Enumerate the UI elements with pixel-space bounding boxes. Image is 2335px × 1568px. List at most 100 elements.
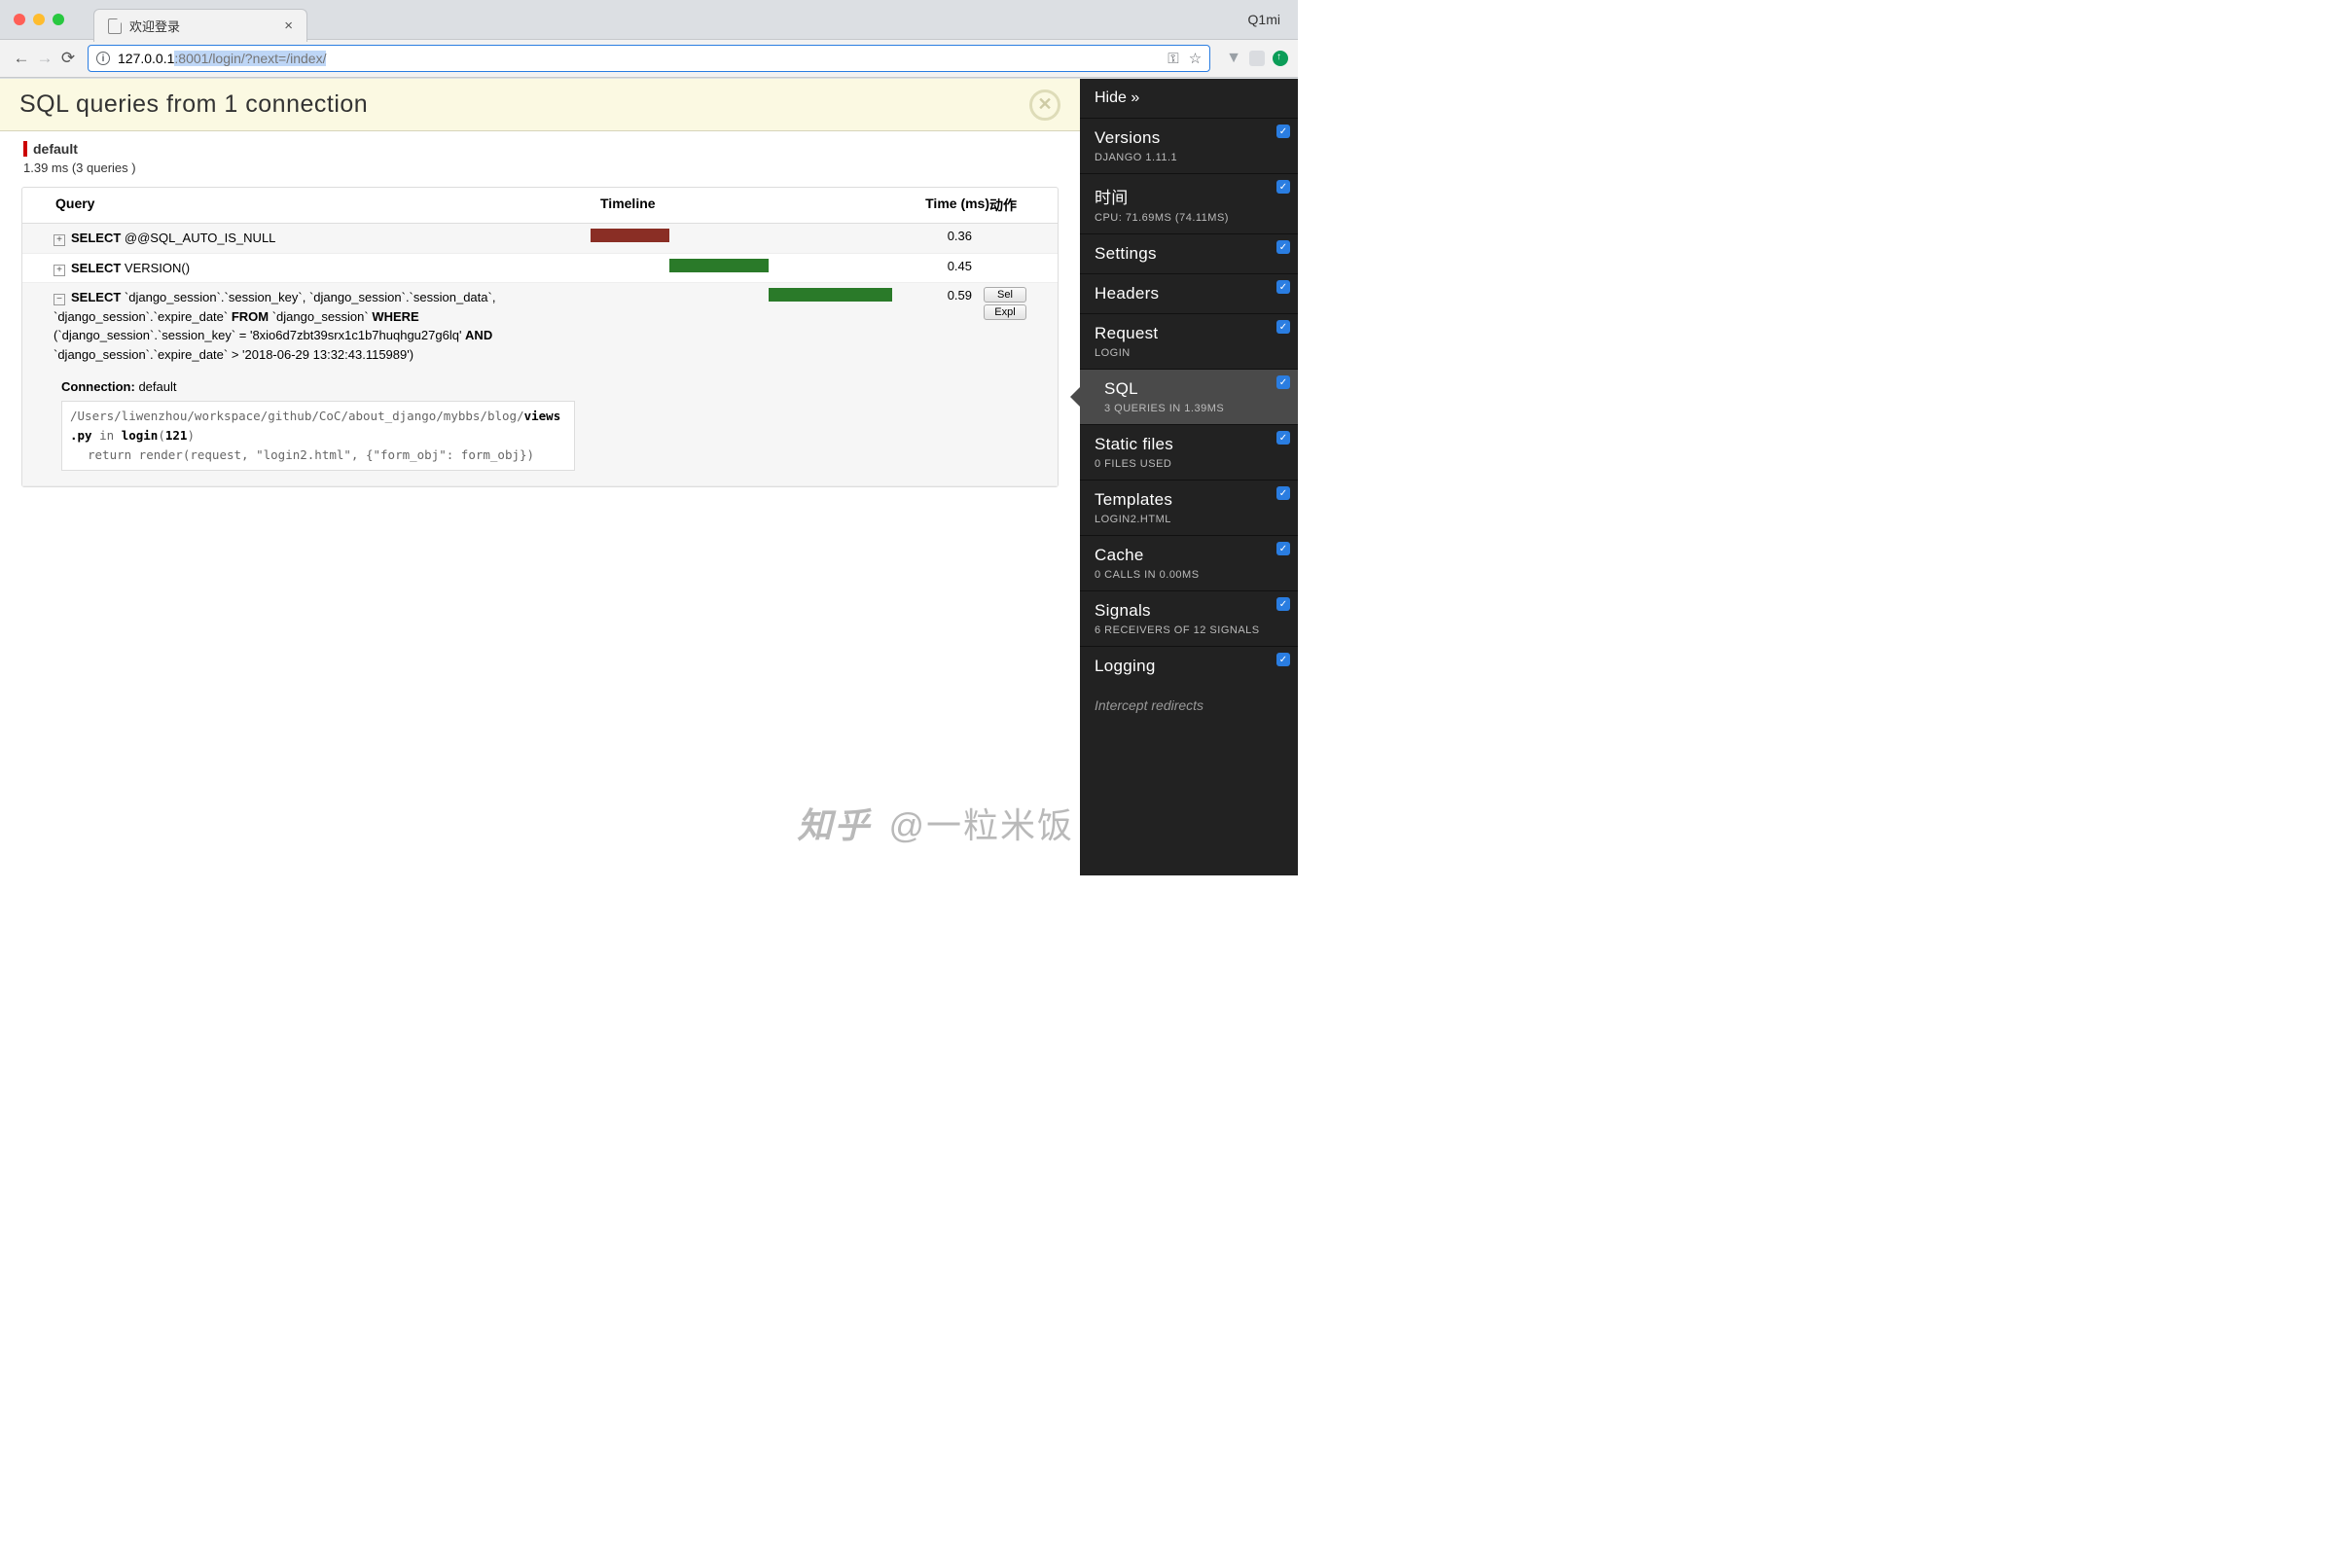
key-icon[interactable]: ⚿ [1168,51,1178,67]
extension-square-icon[interactable] [1249,51,1265,66]
expand-toggle-icon[interactable]: + [54,265,65,276]
close-panel-icon[interactable]: ✕ [1029,89,1060,121]
url-text: 127.0.0.1:8001/login/?next=/index/ [118,51,326,66]
sidebar-item-subtitle: DJANGO 1.11.1 [1095,152,1283,163]
sidebar-item-title: Templates [1095,490,1283,510]
window-controls [14,14,64,25]
query-cell: +SELECT VERSION() [46,254,591,283]
sidebar-item-title: Settings [1095,244,1283,264]
forward-button[interactable]: → [33,49,56,68]
sidebar-item-request[interactable]: Request LOGIN ✓ [1080,313,1298,369]
sidebar-checkbox-icon[interactable]: ✓ [1276,125,1290,138]
maximize-window-button[interactable] [53,14,64,25]
query-detail: Connection: default/Users/liwenzhou/work… [54,364,583,481]
sidebar-item-static-files[interactable]: Static files 0 FILES USED ✓ [1080,424,1298,480]
browser-tab[interactable]: 欢迎登录 × [93,9,307,42]
content-area: SQL queries from 1 connection ✕ default … [0,79,1080,875]
sidebar-checkbox-icon[interactable]: ✓ [1276,431,1290,445]
minimize-window-button[interactable] [33,14,45,25]
connection-stats: 1.39 ms (3 queries ) [23,160,1057,175]
reload-button[interactable]: ⟳ [56,49,80,68]
debug-toolbar-sidebar: Hide » VersionsDJANGO 1.11.1✓时间CPU: 71.6… [1080,79,1298,875]
watermark: 知乎 @一粒米饭 [797,798,1074,848]
url-input[interactable]: i 127.0.0.1:8001/login/?next=/index/ ⚿ ☆ [88,45,1210,72]
sidebar-checkbox-icon[interactable]: ✓ [1276,653,1290,666]
table-row: +SELECT @@SQL_AUTO_IS_NULL 0.36 [22,224,1058,254]
connection-info: default 1.39 ms (3 queries ) [0,131,1080,187]
sidebar-item-signals[interactable]: Signals 6 RECEIVERS OF 12 SIGNALS ✓ [1080,590,1298,646]
sidebar-item-title: Cache [1095,546,1283,565]
sidebar-item-sql[interactable]: SQL3 QUERIES IN 1.39MS✓ [1080,369,1298,424]
sidebar-item-versions[interactable]: Versions DJANGO 1.11.1 ✓ [1080,118,1298,173]
sidebar-footer: Intercept redirects [1080,686,1298,725]
timeline-bar [669,259,769,272]
sidebar-checkbox-icon[interactable]: ✓ [1276,486,1290,500]
sidebar-checkbox-icon[interactable]: ✓ [1276,280,1290,294]
sql-table: Query Timeline Time (ms) 动作 +SELECT @@SQ… [21,187,1059,487]
expand-toggle-icon[interactable]: + [54,234,65,246]
title-bar: 欢迎登录 × Q1mi [0,0,1298,39]
sidebar-item-logging[interactable]: Logging✓ [1080,646,1298,686]
timeline-cell [591,224,892,243]
connection-name: default [23,141,1057,157]
sidebar-item-subtitle: 0 CALLS IN 0.00MS [1095,569,1283,581]
col-query: Query [55,196,600,215]
tab-title: 欢迎登录 [129,17,180,35]
query-cell: −SELECT `django_session`.`session_key`, … [46,283,591,485]
sidebar-item-title: Static files [1095,435,1283,454]
hide-toolbar-button[interactable]: Hide » [1080,79,1298,118]
sidebar-item-title: Headers [1095,284,1283,303]
sidebar-item-subtitle: LOGIN2.HTML [1095,514,1283,525]
expl-button[interactable]: Expl [984,304,1026,320]
time-cell: 0.36 [892,224,980,248]
bookmark-star-icon[interactable]: ☆ [1189,50,1202,67]
watermark-logo: 知乎 [797,805,871,845]
sidebar-item-templates[interactable]: Templates LOGIN2.HTML ✓ [1080,480,1298,535]
panel-title: SQL queries from 1 connection [19,90,1060,119]
extension-v-icon[interactable]: ▼ [1226,50,1241,67]
sidebar-item-subtitle: LOGIN [1095,347,1283,359]
col-action: 动作 [989,196,1048,215]
sidebar-checkbox-icon[interactable]: ✓ [1276,240,1290,254]
timeline-cell [591,254,892,273]
sidebar-item-cache[interactable]: Cache 0 CALLS IN 0.00MS ✓ [1080,535,1298,590]
time-cell: 0.59 [892,283,980,307]
sidebar-item-title: 时间 [1095,184,1283,208]
sidebar-checkbox-icon[interactable]: ✓ [1276,180,1290,194]
back-button[interactable]: ← [10,49,33,68]
time-cell: 0.45 [892,254,980,278]
site-info-icon[interactable]: i [96,52,110,65]
sidebar-item-subtitle: CPU: 71.69MS (74.11MS) [1095,212,1283,224]
connection-label: Connection: default [61,377,575,397]
action-cell: SelExpl [980,283,1038,326]
timeline-bar [769,288,892,302]
extension-icons: ▼ [1226,50,1288,67]
timeline-cell [591,283,892,303]
sidebar-item-settings[interactable]: Settings✓ [1080,233,1298,273]
sidebar-item-title: Request [1095,324,1283,343]
sidebar-item-title: Signals [1095,601,1283,621]
sidebar-item-title: SQL [1095,379,1283,399]
col-time: Time (ms) [902,196,989,215]
sidebar-checkbox-icon[interactable]: ✓ [1276,542,1290,555]
sidebar-item-subtitle: 0 FILES USED [1095,458,1283,470]
profile-name[interactable]: Q1mi [1248,12,1280,27]
extension-green-icon[interactable] [1273,51,1288,66]
address-bar: ← → ⟳ i 127.0.0.1:8001/login/?next=/inde… [0,39,1298,78]
query-cell: +SELECT @@SQL_AUTO_IS_NULL [46,224,591,253]
table-header-row: Query Timeline Time (ms) 动作 [22,188,1058,224]
sidebar-checkbox-icon[interactable]: ✓ [1276,375,1290,389]
sidebar-item-title: Logging [1095,657,1283,676]
sidebar-checkbox-icon[interactable]: ✓ [1276,597,1290,611]
sidebar-checkbox-icon[interactable]: ✓ [1276,320,1290,334]
sidebar-item-subtitle: 6 RECEIVERS OF 12 SIGNALS [1095,624,1283,636]
sidebar-item-title: Versions [1095,128,1283,148]
action-cell [980,254,1038,262]
sidebar-item-headers[interactable]: Headers✓ [1080,273,1298,313]
expand-toggle-icon[interactable]: − [54,294,65,305]
close-window-button[interactable] [14,14,25,25]
sidebar-item-时间[interactable]: 时间 CPU: 71.69MS (74.11MS) ✓ [1080,173,1298,233]
document-icon [108,18,122,34]
sel-button[interactable]: Sel [984,287,1026,303]
close-tab-icon[interactable]: × [284,18,293,34]
